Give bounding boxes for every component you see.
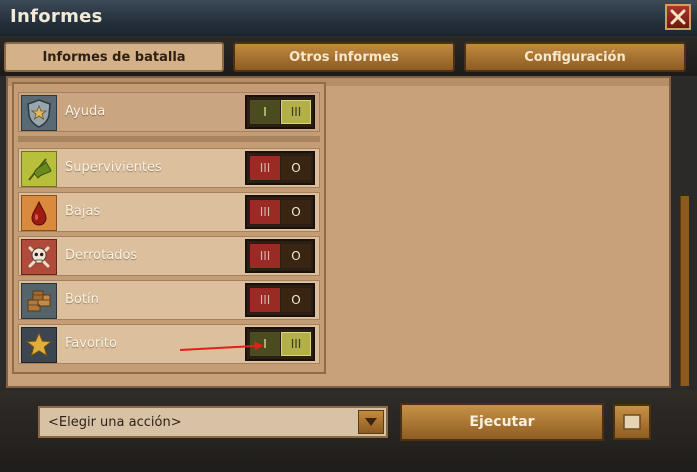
tab-bar: Informes de batalla Otros informes Confi… <box>0 36 697 76</box>
supervivientes-toggle[interactable]: III O <box>245 151 315 185</box>
scrollbar[interactable] <box>680 196 689 386</box>
bajas-toggle[interactable]: III O <box>245 195 315 229</box>
row-label: Supervivientes <box>65 160 162 175</box>
checkbox-icon <box>623 414 641 430</box>
close-icon <box>670 9 686 25</box>
select-all-button[interactable] <box>613 404 651 440</box>
tab-configuracion[interactable]: Configuración <box>464 42 686 72</box>
botin-toggle[interactable]: III O <box>245 283 315 317</box>
loot-crates-icon <box>21 283 57 319</box>
list-item-ayuda: Ayuda I III <box>18 92 320 132</box>
ayuda-toggle[interactable]: I III <box>245 95 315 129</box>
skull-icon <box>21 239 57 275</box>
execute-button[interactable]: Ejecutar <box>400 403 604 441</box>
annotation-arrow-icon <box>180 341 264 351</box>
tab-informes-de-batalla[interactable]: Informes de batalla <box>4 42 224 72</box>
toggle-right-segment[interactable]: III <box>281 332 311 356</box>
toggle-right-segment[interactable]: III <box>281 100 311 124</box>
toggle-right-segment[interactable]: O <box>281 288 311 312</box>
chevron-down-icon <box>365 418 377 426</box>
divider <box>18 136 320 142</box>
toggle-left-segment[interactable]: I <box>250 100 280 124</box>
toggle-right-segment[interactable]: O <box>281 156 311 180</box>
toggle-left-segment[interactable]: III <box>250 288 280 312</box>
toggle-right-segment[interactable]: O <box>281 244 311 268</box>
action-select-value: <Elegir una acción> <box>48 415 182 430</box>
blood-drop-icon <box>21 195 57 231</box>
tab-otros-informes[interactable]: Otros informes <box>233 42 455 72</box>
list-item-supervivientes: Supervivientes III O <box>18 148 320 188</box>
flag-icon <box>21 151 57 187</box>
derrotados-toggle[interactable]: III O <box>245 239 315 273</box>
toggle-left-segment[interactable]: III <box>250 200 280 224</box>
row-label: Ayuda <box>65 104 106 119</box>
toggle-left-segment[interactable]: III <box>250 156 280 180</box>
content-panel: Ayuda I III Supervivientes III O Bajas I… <box>6 76 671 388</box>
star-icon <box>21 327 57 363</box>
list-item-derrotados: Derrotados III O <box>18 236 320 276</box>
list-item-favorito: Favorito I III <box>18 324 320 364</box>
close-button[interactable] <box>665 4 691 30</box>
list-item-botin: Botín III O <box>18 280 320 320</box>
toggle-left-segment[interactable]: III <box>250 244 280 268</box>
list-item-bajas: Bajas III O <box>18 192 320 232</box>
filter-list: Ayuda I III Supervivientes III O Bajas I… <box>12 82 326 374</box>
window-title: Informes <box>10 6 103 27</box>
title-bar: Informes <box>0 0 697 38</box>
row-label: Favorito <box>65 336 117 351</box>
action-select-dropdown[interactable] <box>358 410 384 434</box>
row-label: Bajas <box>65 204 101 219</box>
row-label: Botín <box>65 292 99 307</box>
action-select[interactable]: <Elegir una acción> <box>38 406 388 438</box>
row-label: Derrotados <box>65 248 138 263</box>
toggle-right-segment[interactable]: O <box>281 200 311 224</box>
shield-star-icon <box>21 95 57 131</box>
